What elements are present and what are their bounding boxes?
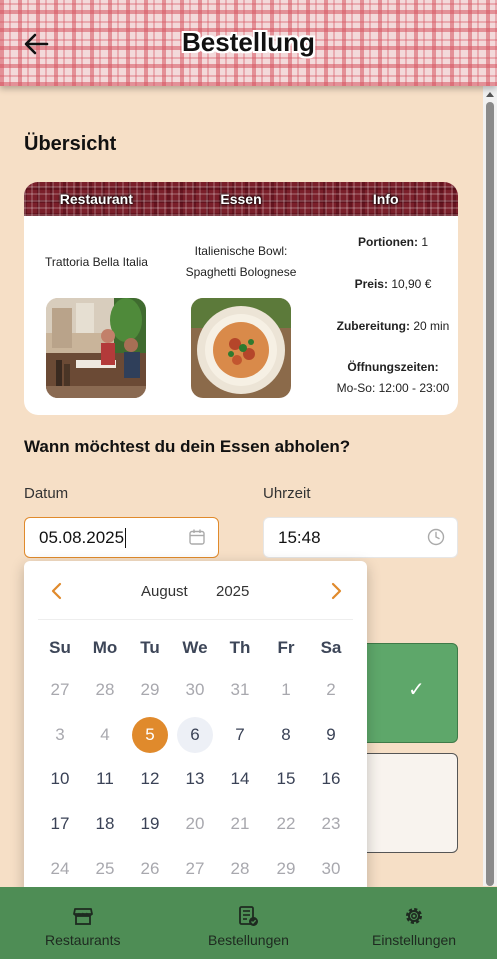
price-info: Preis: 10,90 € [328, 277, 458, 291]
calendar-day: 3 [55, 725, 65, 744]
nav-restaurants[interactable]: Restaurants [0, 887, 166, 959]
calendar-day[interactable]: 18 [87, 806, 123, 842]
calendar-day: 24 [50, 859, 70, 878]
calendar-day: 30 [185, 680, 205, 699]
app-header: Bestellung [0, 0, 497, 86]
weekday-header: Fr [277, 638, 295, 657]
chevron-left-icon [51, 582, 62, 600]
time-input[interactable]: 15:48 [263, 517, 458, 558]
calendar-day: 23 [321, 814, 341, 833]
calendar-icon[interactable] [188, 528, 206, 546]
calendar-day: 4 [100, 725, 110, 744]
store-icon [73, 908, 93, 925]
opening-hours-label: Öffnungszeiten: [347, 360, 439, 374]
check-icon: ✓ [408, 679, 425, 701]
nav-restaurants-label: Restaurants [45, 932, 121, 948]
calendar-day[interactable]: 8 [268, 717, 304, 753]
scroll-up-arrow-icon[interactable] [486, 92, 494, 97]
opening-hours-value: Mo-So: 12:00 - 23:00 [336, 381, 450, 395]
time-label: Uhrzeit [263, 485, 311, 502]
nav-settings-label: Einstellungen [372, 932, 457, 948]
calendar-day: 31 [230, 680, 250, 699]
chevron-right-icon [331, 582, 342, 600]
next-month-button[interactable] [329, 581, 343, 607]
calendar-year[interactable]: 2025 [216, 583, 249, 600]
calendar-day: 20 [185, 814, 205, 833]
portions-info: Portionen: 1 [328, 235, 458, 249]
scrollbar[interactable] [483, 86, 497, 886]
weekday-header: Sa [320, 638, 342, 657]
portions-label: Portionen: [357, 235, 418, 249]
date-value: 05.08.2025 [39, 527, 125, 547]
calendar-day[interactable]: 17 [42, 806, 78, 842]
restaurant-photo [46, 298, 146, 398]
weekday-header: Th [229, 638, 251, 657]
calendar-day[interactable]: 10 [42, 761, 78, 797]
calendar-day: 29 [140, 680, 160, 699]
preparation-info: Zubereitung: 20 min [324, 319, 458, 333]
scrollbar-thumb[interactable] [486, 102, 494, 886]
dish-photo [191, 298, 291, 398]
preparation-value: 20 min [413, 319, 450, 333]
calendar-day: 28 [95, 680, 115, 699]
calendar-day[interactable]: 9 [313, 717, 349, 753]
overview-table-header: Restaurant Essen Info [24, 182, 458, 216]
calendar-day[interactable]: 19 [132, 806, 168, 842]
nav-orders-label: Bestellungen [208, 932, 289, 948]
calendar-day[interactable]: 6 [177, 717, 213, 753]
weekday-header: We [182, 638, 208, 657]
calendar-day: 21 [230, 814, 250, 833]
portions-value: 1 [421, 235, 429, 249]
page-title: Bestellung [182, 27, 315, 57]
calendar-month[interactable]: August [141, 583, 188, 600]
calendar-day[interactable]: 7 [222, 717, 258, 753]
previous-month-button[interactable] [50, 581, 64, 607]
calendar-day: 30 [321, 859, 341, 878]
calendar-day[interactable]: 11 [87, 761, 123, 797]
calendar-day: 25 [95, 859, 115, 878]
calendar-day: 27 [185, 859, 205, 878]
restaurant-name: Trattoria Bella Italia [45, 255, 148, 269]
price-label: Preis: [354, 277, 388, 291]
date-label: Datum [24, 485, 69, 502]
weekday-header: Tu [140, 638, 160, 657]
column-header-info: Info [372, 191, 399, 207]
dish-name-line-2: Spaghetti Bolognese [185, 265, 297, 279]
calendar-day[interactable]: 12 [132, 761, 168, 797]
calendar-day[interactable]: 13 [177, 761, 213, 797]
order-list-icon [239, 906, 258, 926]
calendar-day: 28 [230, 859, 250, 878]
overview-title: Übersicht [24, 133, 117, 155]
calendar-day: 1 [281, 680, 291, 699]
nav-orders[interactable]: Bestellungen [166, 887, 332, 959]
date-picker-popup: August 2025 Su Mo Tu We Th Fr Sa 27 28 29 30 31 1 2 3… [24, 561, 367, 901]
nav-settings[interactable]: Einstellungen [332, 887, 497, 959]
calendar-day[interactable]: 16 [313, 761, 349, 797]
calendar-day: 27 [50, 680, 70, 699]
overview-card: Restaurant Essen Info Trattoria Bella It… [24, 182, 458, 415]
column-header-restaurant: Restaurant [59, 191, 133, 207]
gear-icon [406, 908, 422, 924]
price-value: 10,90 € [391, 277, 432, 291]
date-input[interactable]: 05.08.2025 [24, 517, 219, 558]
calendar-day: 26 [140, 859, 160, 878]
weekday-header: Su [49, 638, 71, 657]
preparation-label: Zubereitung: [336, 319, 410, 333]
calendar-day[interactable]: 5 [132, 717, 168, 753]
pickup-question: Wann möchtest du dein Essen abholen? [24, 437, 351, 456]
dish-name-line-1: Italienische Bowl: [194, 244, 288, 258]
calendar-day: 22 [276, 814, 296, 833]
time-value: 15:48 [278, 527, 321, 547]
clock-icon[interactable] [427, 528, 445, 546]
column-header-food: Essen [220, 191, 262, 207]
calendar-divider [38, 619, 353, 620]
weekday-header: Mo [92, 638, 118, 657]
calendar-day[interactable]: 15 [268, 761, 304, 797]
calendar-day: 29 [276, 859, 296, 878]
calendar-day[interactable]: 14 [222, 761, 258, 797]
text-cursor [125, 527, 127, 548]
bottom-navigation: Restaurants Bestellungen Einstellungen [0, 887, 497, 959]
calendar-day: 2 [326, 680, 336, 699]
